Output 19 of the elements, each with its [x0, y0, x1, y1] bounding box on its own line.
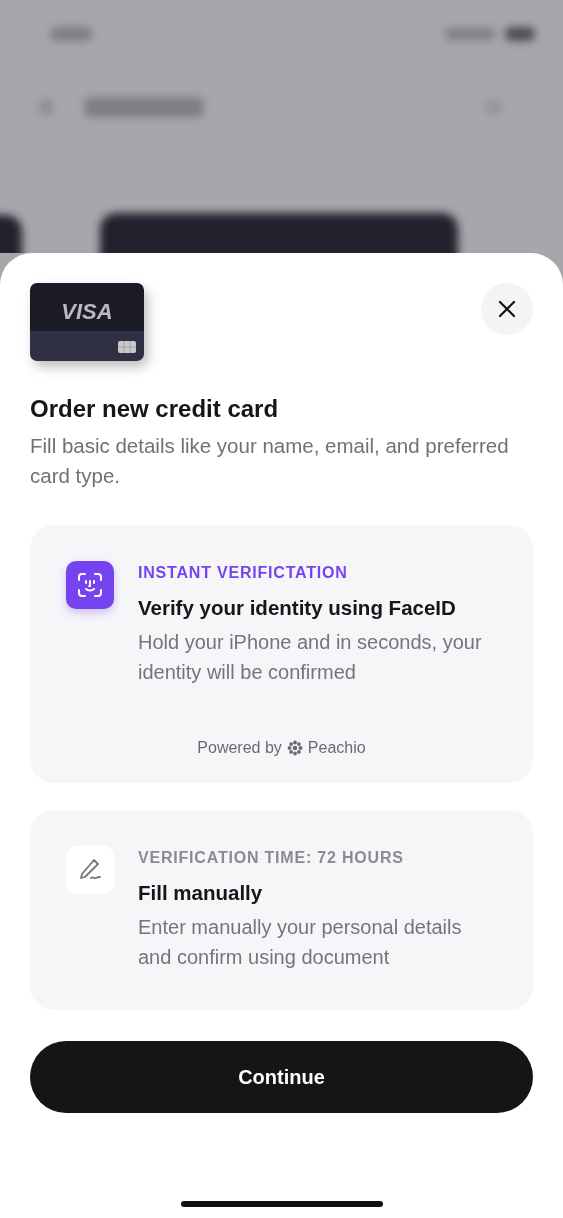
close-button[interactable] — [481, 283, 533, 335]
option-label: VERIFICATION TIME: 72 HOURS — [138, 848, 405, 868]
flower-logo-icon — [286, 740, 303, 756]
verification-option-card[interactable]: INSTANT VERIFICTATION Verify your identity using FaceID Hold your iPhone and in seconds, your identity will be confirmed Powered by Peachio — [30, 525, 533, 783]
face-scan-icon — [77, 572, 103, 598]
verification-option-card[interactable]: VERIFICATION TIME: 72 HOURS Fill manually Enter manually your personal details and confirm using document — [30, 810, 533, 1010]
card-brand: VISA — [61, 299, 113, 325]
option-description: Enter manually your personal details and confirm using document — [138, 915, 463, 970]
powered-by-text: Powered by — [197, 739, 282, 757]
option-label: INSTANT VERIFICTATION — [138, 563, 349, 583]
option-title: Fill manually — [138, 880, 264, 906]
sheet-description: Fill basic details like your name, email, and preferred card type. — [30, 433, 510, 489]
card-chip-icon — [118, 341, 136, 353]
close-icon — [498, 300, 516, 318]
continue-button[interactable]: Continue — [30, 1041, 533, 1113]
provider-name: Peachio — [307, 739, 366, 757]
option-description: Hold your iPhone and in seconds, your identity will be confirmed — [138, 630, 483, 685]
option-title: Verify your identity using FaceID — [138, 595, 457, 621]
sheet-title: Order new credit card — [30, 394, 280, 424]
